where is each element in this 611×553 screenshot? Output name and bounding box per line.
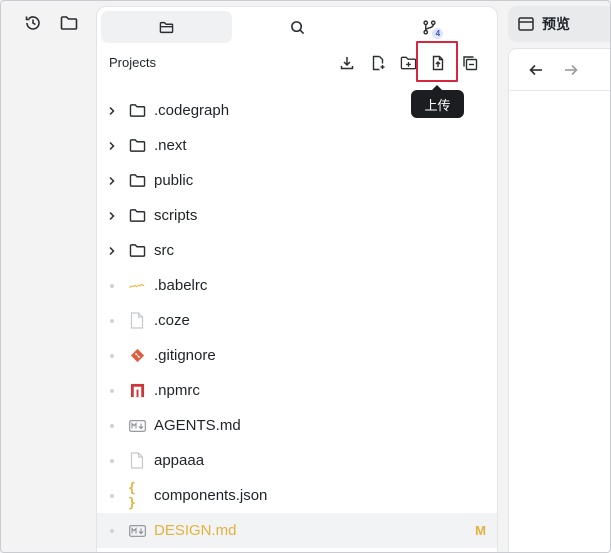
file-dot-indicator [110,528,114,533]
file-dot-indicator [110,283,114,288]
download-icon[interactable] [337,53,357,73]
upload-tooltip: 上传 [411,85,464,118]
changes-count-badge: 4 [432,28,444,39]
projects-title: Projects [109,55,156,70]
file-dot-indicator [110,458,114,463]
chevron-right-icon[interactable] [108,245,118,257]
folder-icon [128,102,146,120]
file-tree-item[interactable]: .npmrc [97,373,497,408]
file-tree-item[interactable]: scripts [97,198,497,233]
folder-icon [128,172,146,190]
chevron-right-icon[interactable] [108,210,118,222]
file-tree-item[interactable]: .babelrc [97,268,497,303]
tab-search[interactable] [232,11,363,43]
file-dot-indicator [110,423,114,428]
activity-rail [0,0,96,553]
preview-content [508,48,611,553]
file-name: .codegraph [154,102,230,119]
file-tree-item[interactable]: AGENTS.md [97,408,497,443]
file-name: scripts [154,207,198,224]
file-icon [128,452,146,470]
arrow-left-icon[interactable] [526,60,546,80]
search-icon [291,20,305,34]
new-folder-icon[interactable] [398,53,418,73]
file-tree-item[interactable]: src [97,233,497,268]
file-name: appaaa [154,452,205,469]
file-tree-item[interactable]: .next [97,128,497,163]
file-name: .next [154,137,187,154]
file-dot-indicator [110,353,114,358]
new-file-icon[interactable] [368,53,388,73]
projects-header: Projects [109,53,489,73]
file-name: components.json [154,487,268,504]
file-tree-item[interactable]: DESIGN.md M [97,513,497,548]
markdown-icon [128,522,146,540]
file-icon [128,312,146,330]
tab-preview[interactable]: 预览 [508,6,611,42]
json-icon: { } [128,480,136,511]
file-tree-item[interactable]: appaaa [97,443,497,478]
folder-icon[interactable] [58,12,80,34]
file-dot-indicator [110,388,114,393]
folder-icon [159,21,174,33]
file-name: .babelrc [154,277,208,294]
folder-icon [128,242,146,260]
file-name: DESIGN.md [154,522,237,539]
file-name: .gitignore [154,347,216,364]
file-tree-item[interactable]: public [97,163,497,198]
file-dot-indicator [110,318,114,323]
file-name: src [154,242,174,259]
tab-source-control[interactable]: 4 [364,11,495,43]
preview-title: 预览 [542,16,570,32]
explorer-tabs: 4 [101,11,495,43]
markdown-icon [128,417,146,435]
tab-files[interactable] [101,11,233,43]
browser-window-icon [518,17,534,31]
file-dot-indicator [110,493,114,498]
chevron-right-icon[interactable] [108,175,118,187]
file-tree-item[interactable]: { } components.json [97,478,497,513]
babel-icon [128,277,146,295]
file-tree: .codegraph .next public scripts src .babelrc.… [97,93,497,548]
upload-icon[interactable] [428,53,448,73]
arrow-right-icon[interactable] [561,60,581,80]
file-name: .coze [154,312,190,329]
file-name: AGENTS.md [154,417,241,434]
chevron-right-icon[interactable] [108,105,118,117]
preview-nav-bar [509,49,611,91]
npm-icon [128,382,146,400]
collapse-all-icon[interactable] [460,53,480,73]
file-tree-item[interactable]: .gitignore [97,338,497,373]
preview-panel: 预览 [508,6,611,553]
file-name: public [154,172,194,189]
file-name: .npmrc [154,382,200,399]
history-icon[interactable] [22,12,44,34]
chevron-right-icon[interactable] [108,140,118,152]
git-status-badge: M [475,523,486,538]
folder-icon [128,137,146,155]
file-tree-item[interactable]: .coze [97,303,497,338]
folder-icon [128,207,146,225]
git-icon [128,347,146,365]
